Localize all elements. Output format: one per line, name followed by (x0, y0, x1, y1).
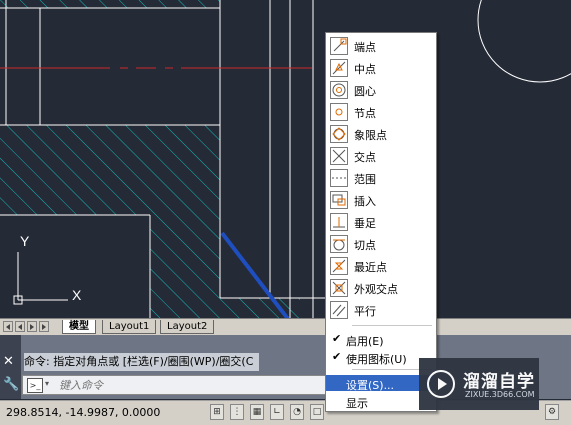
watermark-logo: 溜溜自学 ZIXUE.3D66.COM (419, 358, 539, 410)
menu-item-extension[interactable]: 范围 (326, 167, 436, 189)
center-icon (330, 81, 348, 99)
last-tab-button[interactable] (39, 321, 49, 332)
checkmark-icon: ✔ (332, 350, 342, 363)
coordinate-readout: 298.8514, -14.9987, 0.0000 (6, 406, 161, 419)
midpoint-icon (330, 59, 348, 77)
menu-item-quadrant[interactable]: 象限点 (326, 123, 436, 145)
extension-icon (330, 169, 348, 187)
perpendicular-icon (330, 213, 348, 231)
menu-item-parallel[interactable]: 平行 (326, 299, 436, 321)
ucs-x-label: X (72, 287, 82, 303)
snap-mode-button[interactable]: ⋮ (230, 404, 244, 420)
ucs-y-label: Y (20, 233, 30, 249)
ucs-icon (13, 252, 68, 305)
menu-item-center[interactable]: 圆心 (326, 79, 436, 101)
nearest-icon (330, 257, 348, 275)
tab-layout1[interactable]: Layout1 (102, 320, 157, 334)
quadrant-icon (330, 125, 348, 143)
menu-item-node[interactable]: 节点 (326, 101, 436, 123)
menu-item-endpoint[interactable]: 端点 (326, 35, 436, 57)
layout-tab-bar: 模型 Layout1 Layout2 (0, 318, 571, 335)
menu-item-insertion[interactable]: 插入 (326, 189, 436, 211)
node-icon (330, 103, 348, 121)
menu-item-intersection[interactable]: 交点 (326, 145, 436, 167)
insertion-icon (330, 191, 348, 209)
tab-layout2[interactable]: Layout2 (160, 320, 215, 334)
apparent-intersection-icon (330, 279, 348, 297)
close-icon[interactable]: ✕ (3, 355, 14, 369)
settings-icon[interactable]: ⚙ (545, 404, 559, 420)
chevron-down-icon[interactable]: ▾ (45, 379, 49, 388)
command-line-handle[interactable]: ✕ 🔧 (0, 335, 21, 399)
wrench-icon[interactable]: 🔧 (3, 377, 19, 392)
parallel-icon (330, 301, 348, 319)
menu-item-tangent[interactable]: 切点 (326, 233, 436, 255)
grid-display-button[interactable]: ▦ (250, 404, 264, 420)
next-tab-button[interactable] (27, 321, 37, 332)
watermark-title: 溜溜自学 (463, 372, 535, 392)
watermark-url: ZIXUE.3D66.COM (465, 390, 535, 399)
osnap-button[interactable]: □ (310, 404, 324, 420)
menu-item-enable[interactable]: ✔ 启用(E) (326, 331, 436, 348)
polar-tracking-button[interactable]: ◔ (290, 404, 304, 420)
menu-item-nearest[interactable]: 最近点 (326, 255, 436, 277)
infer-constraints-button[interactable]: ⊞ (210, 404, 224, 420)
tab-model[interactable]: 模型 (62, 320, 96, 334)
menu-item-perpendicular[interactable]: 垂足 (326, 211, 436, 233)
command-prompt-icon[interactable]: >_ (27, 378, 43, 393)
endpoint-icon (330, 37, 348, 55)
ortho-mode-button[interactable]: ∟ (270, 404, 284, 420)
menu-separator (352, 325, 432, 326)
menu-item-midpoint[interactable]: 中点 (326, 57, 436, 79)
prev-tab-button[interactable] (15, 321, 25, 332)
first-tab-button[interactable] (3, 321, 13, 332)
tangent-icon (330, 235, 348, 253)
checkmark-icon: ✔ (332, 332, 342, 345)
drawing-canvas[interactable]: Y X (0, 0, 571, 318)
command-history: 命令: 指定对角点或 [栏选(F)/圈围(WP)/圈交(C (24, 353, 260, 371)
intersection-icon (330, 147, 348, 165)
menu-item-apparent-intersection[interactable]: 外观交点 (326, 277, 436, 299)
osnap-context-menu: 端点 中点 圆心 节点 象限点 交点 范围 插入 垂足 切点 最近点 外观交点 … (325, 32, 437, 412)
play-icon (427, 370, 455, 398)
